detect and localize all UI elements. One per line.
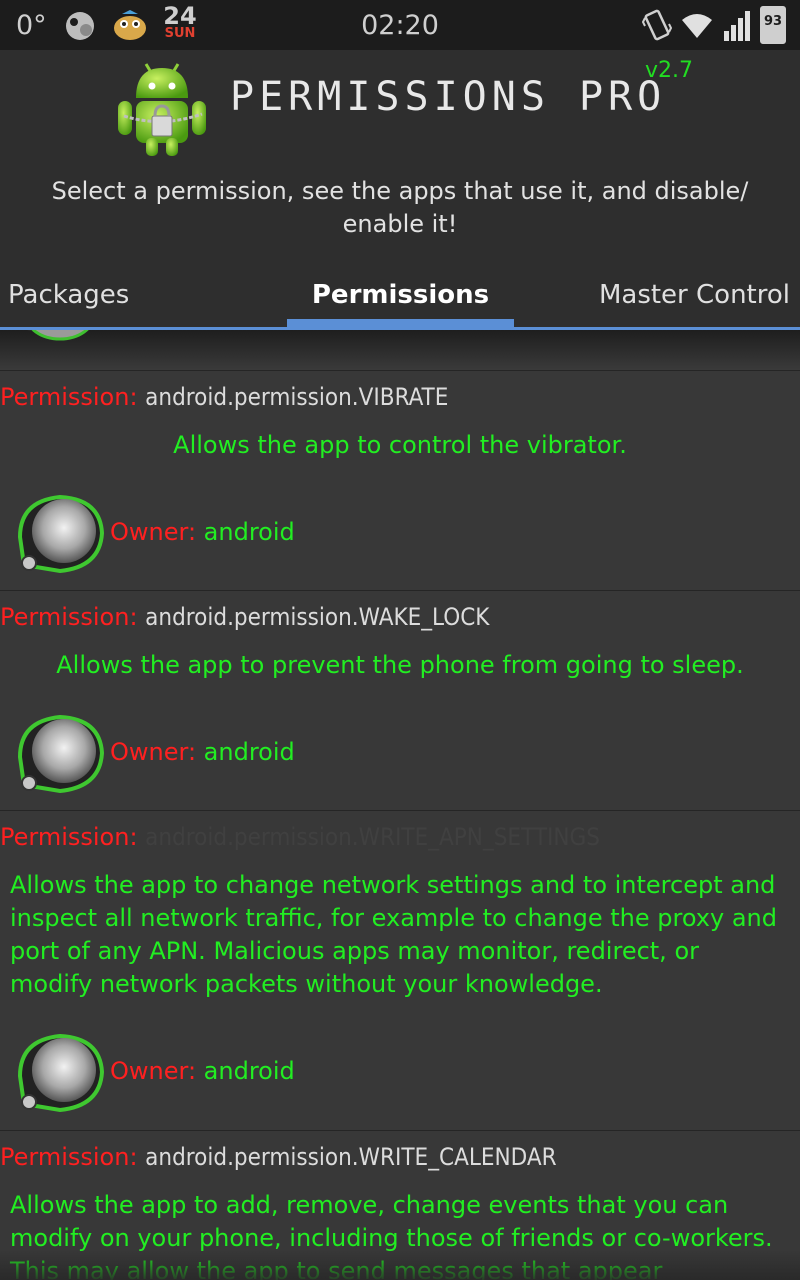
list-top-shadow	[0, 330, 800, 370]
header-subtitle: Select a permission, see the apps that u…	[51, 177, 749, 238]
owner-label: Owner:	[110, 738, 197, 766]
tab-master-control[interactable]: Master Control	[599, 280, 790, 310]
vibrate-icon	[642, 9, 672, 41]
permission-label: Permission:	[0, 1143, 138, 1171]
list-bottom-fade	[0, 1250, 800, 1280]
permission-item[interactable]: Permission: android.permission.WAKE_LOCK…	[0, 590, 800, 811]
app-title: PERMISSIONS PRO	[230, 74, 667, 120]
toggle-knob-icon[interactable]	[14, 487, 106, 579]
permission-description: Allows the app to control the vibrator.	[173, 431, 627, 459]
permission-name: android.permission.WRITE_APN_SETTINGS	[145, 823, 600, 851]
permission-label: Permission:	[0, 823, 138, 851]
owner-row: Owner: android	[110, 738, 295, 766]
permission-item[interactable]: Permission: android.permission.VIBRATE A…	[0, 370, 800, 591]
wifi-icon	[682, 14, 712, 38]
owner-label: Owner:	[110, 518, 197, 546]
owner-value: android	[203, 738, 295, 766]
permission-list[interactable]: Permission: android.permission.VIBRATE A…	[0, 330, 800, 1280]
permission-label: Permission:	[0, 383, 138, 411]
permission-description: Allows the app to change network setting…	[10, 871, 777, 998]
owner-label: Owner:	[110, 1057, 197, 1085]
permission-name: android.permission.WRITE_CALENDAR	[145, 1143, 557, 1171]
tab-packages[interactable]: Packages	[8, 280, 129, 310]
battery-icon: 93	[760, 6, 786, 44]
toggle-knob-icon[interactable]	[14, 1026, 106, 1118]
permission-description: Allows the app to prevent the phone from…	[56, 651, 744, 679]
permission-name: android.permission.VIBRATE	[145, 383, 449, 411]
permission-name: android.permission.WAKE_LOCK	[145, 603, 490, 631]
app-version: v2.7	[645, 58, 694, 83]
permission-label: Permission:	[0, 603, 138, 631]
permission-header: Permission: android.permission.WRITE_APN…	[0, 823, 600, 851]
tab-active-indicator	[287, 319, 514, 327]
permission-header: Permission: android.permission.WRITE_CAL…	[0, 1143, 557, 1171]
status-bar: 0° 24 SUN 02:20 93	[0, 0, 800, 50]
toggle-knob-icon[interactable]	[14, 707, 106, 799]
owner-value: android	[203, 1057, 295, 1085]
permission-header: Permission: android.permission.VIBRATE	[0, 383, 448, 411]
owner-row: Owner: android	[110, 518, 295, 546]
permission-item[interactable]: Permission: android.permission.WRITE_APN…	[0, 810, 800, 1131]
battery-level: 93	[763, 14, 783, 29]
toggle-knob-icon	[27, 330, 89, 341]
owner-row: Owner: android	[110, 1057, 295, 1085]
owner-value: android	[203, 518, 295, 546]
tab-bar: Packages Permissions Master Control	[0, 275, 800, 330]
android-lock-logo-icon	[118, 63, 206, 156]
permission-header: Permission: android.permission.WAKE_LOCK	[0, 603, 489, 631]
signal-icon	[724, 11, 750, 41]
status-icons: 93	[642, 6, 786, 44]
tab-permissions[interactable]: Permissions	[287, 280, 514, 310]
